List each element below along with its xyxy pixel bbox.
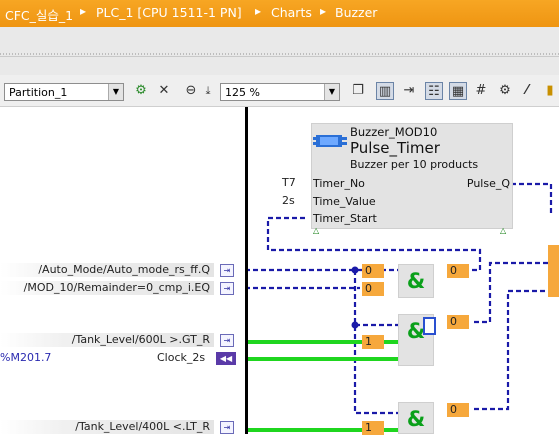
and-gate-3[interactable]: & [398, 402, 434, 434]
input-pin-icon[interactable]: ⇥ [220, 264, 234, 277]
pin-timer-start[interactable]: Timer_Start [313, 212, 377, 225]
gate2-output[interactable]: 0 [447, 315, 469, 329]
block-icon [313, 135, 347, 147]
columns-icon[interactable]: ▥ [376, 82, 394, 100]
close-icon[interactable]: ✕ [155, 82, 173, 100]
breadcrumb-bar: CFC_실습_1 ▸ PLC_1 [CPU 1511-1 PN] ▸ Chart… [0, 0, 559, 27]
layout-a-icon[interactable]: ☷ [425, 82, 443, 100]
pin-pulse-q[interactable]: Pulse_Q [467, 177, 510, 190]
partition-select-value: Partition_1 [9, 86, 68, 99]
gate1-input-a[interactable]: 0 [362, 264, 384, 278]
pulse-timer-block[interactable]: Buzzer_MOD10 Pulse_Timer Buzzer per 10 p… [311, 123, 513, 235]
clock-label[interactable]: Clock_2s [157, 351, 205, 364]
block-type: Buzzer_MOD10 [350, 125, 438, 139]
input-pin-icon[interactable]: ⇥ [220, 334, 234, 347]
sheet-border [245, 107, 248, 434]
grid-icon[interactable]: # [472, 82, 490, 100]
gate3-output[interactable]: 0 [447, 403, 469, 417]
zoom-in-icon[interactable]: ⤓ [199, 82, 217, 100]
editor-header-band [0, 27, 559, 75]
signal-auto-mode[interactable]: /Auto_Mode/Auto_mode_rs_ff.Q [0, 263, 214, 277]
page-icon[interactable]: ❐ [349, 82, 367, 100]
add-gear-icon[interactable]: ⚙ [132, 82, 150, 100]
triangle-icon: △ [500, 226, 507, 235]
signal-mod-10[interactable]: /MOD_10/Remainder=0_cmp_i.EQ [0, 281, 214, 295]
block-name: Pulse_Timer [350, 139, 440, 157]
formula-icon[interactable]: ⁄ [518, 82, 536, 100]
triangle-icon: △ [313, 226, 320, 235]
input-pin-icon[interactable]: ⇥ [220, 282, 234, 295]
breadcrumb-plc[interactable]: PLC_1 [CPU 1511-1 PN] [96, 5, 242, 20]
signal-tank-400[interactable]: /Tank_Level/400L <.LT_R [0, 420, 214, 434]
breadcrumb-buzzer[interactable]: Buzzer [335, 5, 377, 20]
input-value-time-value[interactable]: 2s [282, 194, 295, 207]
zoom-select[interactable]: 125 % ▼ [220, 83, 340, 101]
zoom-select-value: 125 % [225, 86, 260, 99]
input-pin-icon[interactable]: ⇥ [220, 421, 234, 434]
chevron-right-icon: ▸ [320, 4, 327, 18]
split-icon[interactable]: ⇥ [400, 82, 418, 100]
gate1-input-b[interactable]: 0 [362, 282, 384, 296]
layout-b-icon[interactable]: ▦ [449, 82, 467, 100]
block-comment: Buzzer per 10 products [350, 158, 479, 171]
chevron-down-icon[interactable]: ▼ [324, 84, 339, 100]
chevron-right-icon: ▸ [80, 4, 87, 18]
chevron-down-icon[interactable]: ▼ [108, 84, 123, 100]
selection-marker [423, 317, 436, 335]
signal-tank-600[interactable]: /Tank_Level/600L >.GT_R [0, 333, 214, 347]
clock-address: %M201.7 [0, 351, 52, 364]
and-gate-1[interactable]: & [398, 264, 434, 298]
wire-true [248, 357, 398, 361]
gear-icon[interactable]: ⚙ [496, 82, 514, 100]
pin-time-value[interactable]: Time_Value [313, 195, 376, 208]
partition-select[interactable]: Partition_1 ▼ [4, 83, 124, 101]
gate3-input-a[interactable]: 1 [362, 421, 384, 435]
input-value-timer-no[interactable]: T7 [282, 176, 296, 189]
and-gate-2[interactable]: & [398, 314, 436, 366]
chevron-right-icon: ▸ [255, 4, 262, 18]
breadcrumb-project[interactable]: CFC_실습_1 [5, 5, 73, 24]
gate2-input-a[interactable]: 1 [362, 335, 384, 349]
gate1-output[interactable]: 0 [447, 264, 469, 278]
breadcrumb-charts[interactable]: Charts [271, 5, 312, 20]
lock-icon[interactable]: ▮ [541, 82, 559, 100]
zoom-out-icon[interactable]: ⊖ [182, 82, 200, 100]
clock-pin-icon[interactable]: ◀◀ [216, 352, 236, 365]
pin-timer-no[interactable]: Timer_No [313, 177, 365, 190]
